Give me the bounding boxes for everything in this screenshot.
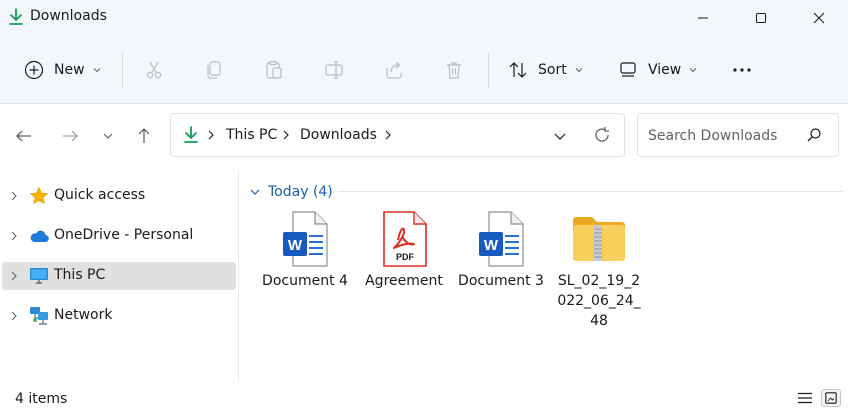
navigation-pane: Quick access OneDrive - Personal This PC…	[0, 170, 238, 382]
sort-icon	[509, 62, 527, 78]
close-button[interactable]	[796, 0, 842, 36]
forward-arrow-icon[interactable]	[60, 126, 80, 146]
file-name: SL_02_19_2022_06_24_48	[557, 273, 641, 329]
zip-folder-icon	[573, 217, 625, 261]
paste-icon	[266, 60, 282, 79]
copy-icon	[207, 61, 221, 79]
cut-button[interactable]	[144, 50, 164, 90]
minimize-icon	[698, 17, 708, 19]
rename-icon	[325, 61, 343, 79]
details-view-icon	[798, 392, 812, 404]
download-arrow-icon	[184, 126, 198, 143]
pdf-badge: PDF	[396, 252, 415, 262]
item-count: 4 items	[15, 391, 68, 407]
file-item[interactable]: W Document 3	[458, 206, 544, 336]
svg-text:W: W	[484, 237, 499, 254]
command-bar: New Sort View	[0, 36, 848, 104]
chevron-down-icon	[93, 68, 100, 73]
word-document-icon: W	[479, 211, 524, 267]
chevron-down-icon	[575, 68, 583, 73]
chevron-right-icon[interactable]	[10, 311, 18, 321]
group-label: Today (4)	[268, 184, 333, 200]
view-label: View	[648, 62, 682, 78]
chevron-down-icon[interactable]	[250, 188, 260, 196]
cloud-icon	[30, 230, 49, 243]
delete-icon	[447, 62, 461, 79]
delete-button[interactable]	[444, 50, 464, 90]
search-box[interactable]	[637, 113, 839, 157]
file-name: Document 3	[458, 273, 544, 289]
maximize-icon	[756, 13, 766, 23]
breadcrumb-downloads[interactable]: Downloads	[300, 127, 377, 143]
chevron-down-icon[interactable]	[553, 129, 567, 143]
network-icon	[30, 307, 48, 325]
toolbar-divider	[122, 52, 123, 88]
refresh-icon[interactable]	[593, 126, 611, 144]
up-arrow-icon[interactable]	[134, 126, 154, 146]
breadcrumb-this-pc[interactable]: This PC	[226, 127, 277, 143]
sort-button[interactable]: Sort	[508, 50, 583, 90]
see-more-button[interactable]	[732, 50, 752, 90]
close-icon	[813, 12, 825, 24]
toolbar-divider	[488, 52, 489, 88]
details-view-button[interactable]	[795, 389, 815, 407]
rename-button[interactable]	[324, 50, 344, 90]
more-options-icon	[733, 68, 751, 72]
title-bar: Downloads	[0, 0, 848, 36]
nav-item-this-pc[interactable]: This PC	[2, 262, 236, 290]
share-button[interactable]	[384, 50, 404, 90]
chevron-right-icon[interactable]	[10, 231, 18, 241]
file-name: Agreement	[365, 273, 443, 289]
file-name: Document 4	[262, 273, 348, 289]
nav-item-label: OneDrive - Personal	[54, 227, 194, 243]
copy-button[interactable]	[204, 50, 224, 90]
nav-item-label: Quick access	[54, 187, 146, 203]
search-icon[interactable]	[806, 127, 822, 143]
file-item[interactable]: SL_02_19_2022_06_24_48	[556, 206, 642, 336]
svg-text:W: W	[288, 237, 303, 254]
sort-label: Sort	[538, 62, 567, 78]
chevron-right-icon[interactable]	[10, 271, 18, 281]
address-bar[interactable]: This PC Downloads	[170, 113, 625, 157]
group-divider	[338, 191, 843, 192]
new-button[interactable]: New	[24, 50, 101, 90]
plus-circle-icon	[24, 60, 44, 80]
large-icons-view-icon	[825, 392, 837, 404]
pane-divider[interactable]	[238, 170, 239, 382]
monitor-icon	[30, 268, 48, 284]
new-label: New	[54, 62, 85, 78]
minimize-button[interactable]	[680, 0, 726, 36]
star-icon	[29, 186, 49, 205]
pdf-icon: PDF	[383, 211, 427, 267]
nav-item-label: This PC	[54, 267, 106, 283]
group-header-today[interactable]: Today (4)	[250, 182, 333, 202]
chevron-right-icon[interactable]	[207, 130, 215, 140]
nav-item-quick-access[interactable]: Quick access	[2, 182, 236, 210]
large-icons-view-button[interactable]	[821, 389, 841, 407]
recent-locations-chevron-icon[interactable]	[102, 126, 114, 146]
file-item[interactable]: PDF Agreement	[361, 206, 447, 336]
chevron-right-icon[interactable]	[282, 130, 290, 140]
nav-item-onedrive[interactable]: OneDrive - Personal	[2, 222, 236, 250]
back-arrow-icon[interactable]	[14, 126, 34, 146]
share-icon	[386, 61, 402, 79]
maximize-button[interactable]	[738, 0, 784, 36]
file-item[interactable]: W Document 4	[262, 206, 348, 336]
chevron-right-icon[interactable]	[10, 191, 18, 201]
status-bar: 4 items	[0, 382, 848, 412]
cut-icon	[146, 61, 162, 79]
chevron-right-icon[interactable]	[384, 130, 392, 140]
nav-item-network[interactable]: Network	[2, 302, 236, 330]
paste-button[interactable]	[264, 50, 284, 90]
view-icon	[620, 62, 636, 77]
word-document-icon: W	[283, 211, 328, 267]
chevron-down-icon	[689, 68, 697, 73]
download-arrow-icon	[9, 8, 23, 25]
search-input[interactable]	[648, 126, 798, 146]
view-button[interactable]: View	[618, 50, 697, 90]
nav-item-label: Network	[54, 307, 113, 323]
window-title: Downloads	[30, 8, 107, 24]
